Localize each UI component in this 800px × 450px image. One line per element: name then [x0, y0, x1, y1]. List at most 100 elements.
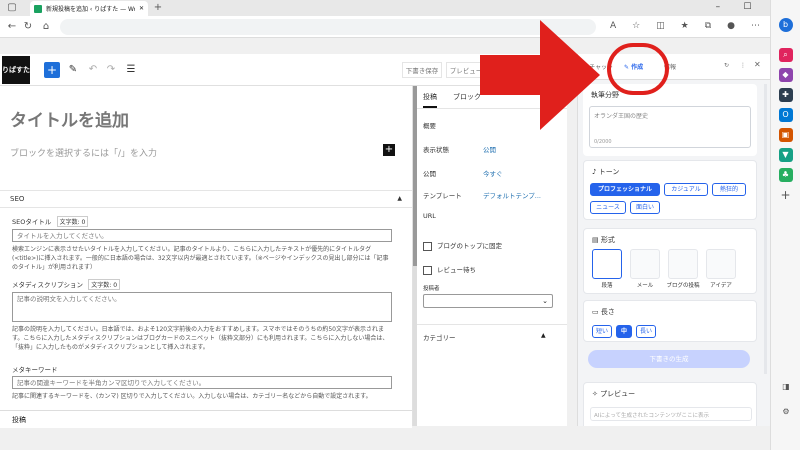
- template-value[interactable]: デフォルトテンプ...: [483, 190, 541, 200]
- red-arrow-annotation: [480, 20, 600, 130]
- ai-assistant-panel: ◌ チャット ✎ 作成 情報 ↻ ⋮ ✕ 執筆分野 オランダ王国の歴史 0/20…: [577, 54, 770, 426]
- format-blog-label: ブログの投稿: [666, 283, 700, 289]
- sticky-option[interactable]: ブログのトップに固定: [423, 240, 502, 251]
- preview-icon: ✧: [592, 390, 598, 398]
- browser-toolbar: A ☆ ◫ ★ ⧉ ● ⋯: [610, 21, 760, 31]
- tone-chip-funny[interactable]: 面白い: [630, 201, 660, 214]
- tools-icon[interactable]: ✚: [778, 88, 793, 102]
- summary-heading[interactable]: 概要: [423, 120, 436, 130]
- new-tab-button[interactable]: +: [152, 2, 164, 14]
- seo-panel-header[interactable]: SEO ▲: [0, 190, 412, 208]
- publish-value[interactable]: 今すぐ: [483, 168, 503, 178]
- field-char-count: 0/2000: [594, 139, 612, 145]
- sidebar-layout-icon[interactable]: ◨: [779, 380, 793, 394]
- profile-avatar[interactable]: ●: [727, 21, 735, 31]
- field-placeholder: オランダ王国の歴史: [594, 113, 649, 120]
- format-heading: ▤ 形式: [592, 235, 615, 245]
- list-view-icon[interactable]: ☰: [124, 62, 138, 78]
- copilot-icon[interactable]: b: [778, 18, 793, 32]
- meta-kw-input[interactable]: 記事の関連キーワードを半角カンマ区切りで入力してください。: [12, 376, 392, 389]
- games-icon[interactable]: ▼: [778, 148, 793, 162]
- seo-title-help: 検索エンジンに表示させたいタイトルを入力してください。記事のタイトルより、こちら…: [12, 246, 389, 271]
- meta-desc-textarea[interactable]: 記事の説明文を入力してください。: [12, 292, 392, 322]
- search-icon[interactable]: ⌕: [778, 48, 793, 62]
- favorite-star-icon[interactable]: ☆: [632, 21, 640, 31]
- reload-icon[interactable]: ↻: [22, 21, 34, 33]
- favorites-icon[interactable]: ★: [681, 21, 689, 31]
- url-label: URL: [423, 212, 436, 220]
- inline-add-block-button[interactable]: +: [383, 144, 395, 156]
- length-long-chip[interactable]: 長い: [636, 325, 656, 338]
- format-blog-option[interactable]: [668, 249, 698, 279]
- office-icon[interactable]: ▣: [778, 128, 793, 142]
- format-paragraph-option[interactable]: [592, 249, 622, 279]
- publish-label: 公開: [423, 170, 436, 178]
- sidebar-scrollbar[interactable]: [413, 86, 417, 426]
- length-medium-chip[interactable]: 中: [616, 325, 632, 338]
- add-block-button[interactable]: +: [44, 62, 60, 78]
- length-card: ▭ 長さ 短い 中 長い: [583, 300, 757, 342]
- minimize-button[interactable]: –: [716, 2, 721, 12]
- tone-label: トーン: [598, 168, 620, 176]
- ai-panel-scrollbar[interactable]: [764, 84, 767, 374]
- meta-keyword-group: メタキーワード 記事の関連キーワードを半角カンマ区切りで入力してください。 記事…: [12, 364, 392, 401]
- save-draft-button[interactable]: 下書き保存: [402, 62, 442, 78]
- tone-chip-enthusiastic[interactable]: 熱狂的: [712, 183, 746, 196]
- close-tab-icon[interactable]: ✕: [139, 5, 144, 12]
- seo-title-label: SEOタイトル: [12, 218, 52, 226]
- format-idea-label: アイデア: [710, 283, 732, 289]
- pen-tool-icon[interactable]: ✎: [66, 62, 80, 78]
- post-title-input[interactable]: タイトルを追加: [10, 106, 129, 131]
- browser-tab[interactable]: 新規投稿を追加 ‹ りぱすた — Wo… ✕: [30, 1, 148, 16]
- block-placeholder[interactable]: ブロックを選択するには「/」を入力: [10, 146, 157, 159]
- category-collapse-icon[interactable]: ▲: [541, 332, 546, 339]
- redo-icon[interactable]: ↷: [104, 62, 118, 78]
- category-heading[interactable]: カテゴリー: [423, 332, 456, 342]
- tone-chip-casual[interactable]: カジュアル: [664, 183, 708, 196]
- settings-gear-icon[interactable]: ⚙: [779, 405, 793, 419]
- read-aloud-icon[interactable]: A: [610, 21, 616, 31]
- maximize-button[interactable]: ☐: [743, 2, 751, 12]
- field-textarea[interactable]: オランダ王国の歴史 0/2000: [589, 106, 751, 148]
- site-logo[interactable]: りぱすた: [2, 56, 30, 84]
- split-screen-icon[interactable]: ◫: [656, 21, 665, 31]
- browser-tab-bar: ▢ 新規投稿を追加 ‹ りぱすた — Wo… ✕ + – ☐ ✕: [0, 0, 800, 16]
- preview-card: ✧ プレビュー AIによって生成されたコンテンツがここに表示: [583, 382, 757, 426]
- collections-icon[interactable]: ⧉: [705, 21, 711, 31]
- tree-icon[interactable]: ♣: [778, 168, 793, 182]
- window-menu-icon[interactable]: ▢: [6, 2, 18, 14]
- seo-title-input[interactable]: タイトルを入力してください。: [12, 229, 392, 242]
- visibility-label: 表示状態: [423, 146, 449, 154]
- close-panel-icon[interactable]: ✕: [754, 60, 761, 69]
- collapse-icon[interactable]: ▲: [397, 195, 402, 202]
- more-menu-icon[interactable]: ⋯: [751, 21, 760, 31]
- refresh-icon[interactable]: ↻: [724, 62, 729, 69]
- undo-icon[interactable]: ↶: [86, 62, 100, 78]
- length-icon: ▭: [592, 308, 599, 316]
- review-option[interactable]: レビュー待ち: [423, 264, 476, 275]
- format-email-option[interactable]: [630, 249, 660, 279]
- tab-block[interactable]: ブロック: [453, 92, 481, 102]
- sticky-checkbox[interactable]: [423, 241, 432, 251]
- generate-draft-button[interactable]: 下書きの生成: [588, 350, 750, 368]
- tone-chip-professional[interactable]: プロフェッショナル: [590, 183, 660, 196]
- add-icon[interactable]: +: [779, 188, 793, 202]
- breadcrumb-post[interactable]: 投稿: [12, 416, 26, 424]
- meta-desc-help: 記事の説明を入力してください。日本語では、およそ120文字前後の入力をおすすめし…: [12, 326, 389, 351]
- review-checkbox[interactable]: [423, 265, 432, 275]
- tab-post[interactable]: 投稿: [423, 92, 437, 108]
- edge-sidebar: b ⌕ ◆ ✚ O ▣ ▼ ♣ + ◨ ⚙: [770, 0, 800, 450]
- author-select[interactable]: ⌄: [423, 294, 553, 308]
- format-idea-option[interactable]: [706, 249, 736, 279]
- meta-desc-label: メタディスクリプション: [12, 281, 84, 289]
- length-short-chip[interactable]: 短い: [592, 325, 612, 338]
- wp-settings-sidebar: 投稿 ブロック 概要 表示状態 公開 公開 今すぐ テンプレート デフォルトテン…: [412, 86, 567, 426]
- visibility-value[interactable]: 公開: [483, 144, 496, 154]
- preview-heading: ✧ プレビュー: [592, 389, 635, 399]
- tone-chip-news[interactable]: ニュース: [590, 201, 626, 214]
- outlook-icon[interactable]: O: [778, 108, 793, 122]
- back-icon[interactable]: ←: [6, 21, 18, 33]
- sticky-label: ブログのトップに固定: [437, 242, 502, 250]
- shopping-icon[interactable]: ◆: [778, 68, 793, 82]
- more-options-icon[interactable]: ⋮: [740, 62, 746, 69]
